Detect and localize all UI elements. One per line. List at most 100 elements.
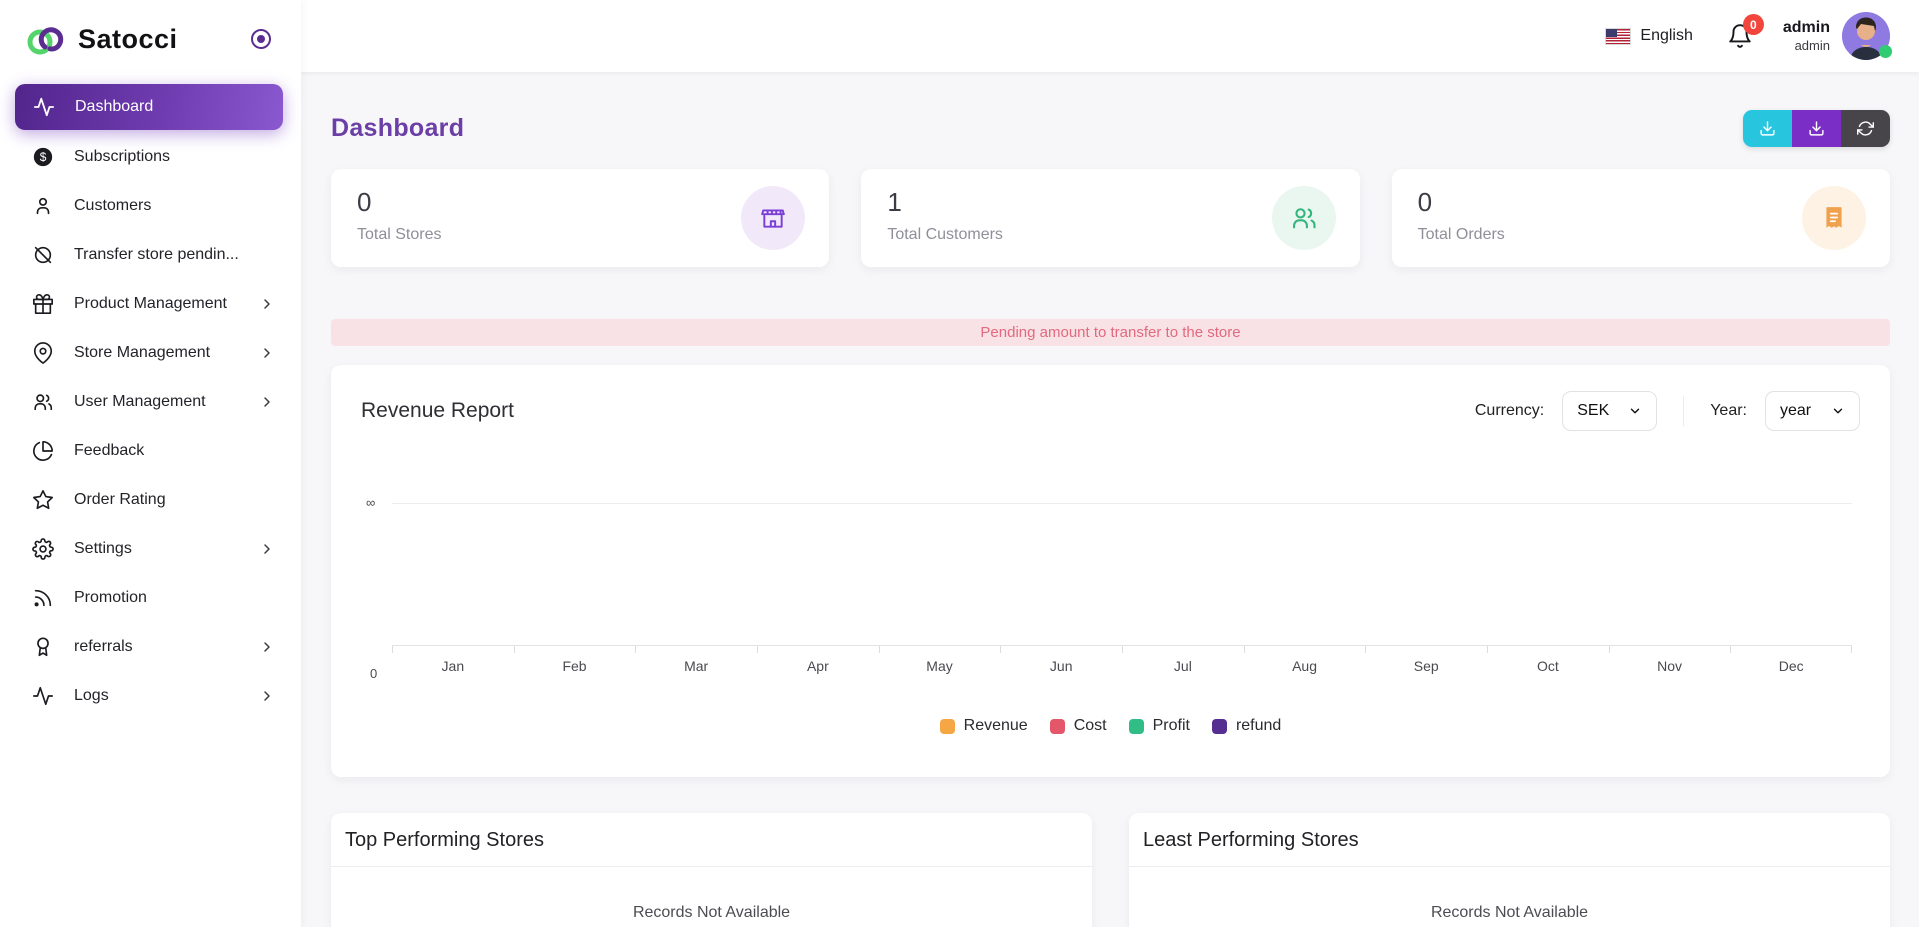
currency-label: Currency: xyxy=(1475,402,1544,420)
sidebar-nav: Dashboard $ Subscriptions Customers Tran… xyxy=(0,78,301,720)
sidebar-item-dashboard[interactable]: Dashboard xyxy=(15,84,283,130)
sidebar-item-user-management[interactable]: User Management xyxy=(0,377,301,426)
chevron-right-icon xyxy=(259,541,275,557)
x-axis-label: May xyxy=(879,646,1001,674)
satocci-logo-icon xyxy=(26,21,66,57)
sidebar-item-transfer-store-pending[interactable]: Transfer store pendin... xyxy=(0,230,301,279)
sidebar-item-store-management[interactable]: Store Management xyxy=(0,328,301,377)
legend-item-cost[interactable]: Cost xyxy=(1050,717,1107,735)
top-header: English 0 admin admin xyxy=(301,0,1919,72)
pending-transfer-banner: Pending amount to transfer to the store xyxy=(331,319,1890,346)
legend-label: Profit xyxy=(1153,717,1190,735)
export-download-button-cyan[interactable] xyxy=(1743,110,1792,147)
stats-row: 0 Total Stores 1 Total Customers 0 Total… xyxy=(331,169,1890,267)
refresh-icon xyxy=(1857,120,1874,137)
legend-item-refund[interactable]: refund xyxy=(1212,717,1281,735)
activity-icon xyxy=(33,96,55,118)
sidebar-item-label: Order Rating xyxy=(74,491,275,509)
sidebar-item-order-rating[interactable]: Order Rating xyxy=(0,475,301,524)
sidebar-item-label: Logs xyxy=(74,687,259,705)
download-icon xyxy=(1808,120,1825,137)
sidebar-item-customers[interactable]: Customers xyxy=(0,181,301,230)
x-axis-label: Jul xyxy=(1122,646,1244,674)
orders-receipt-icon xyxy=(1802,186,1866,250)
person-icon xyxy=(32,195,54,217)
chevron-right-icon xyxy=(259,688,275,704)
y-axis-tick-max: ∞ xyxy=(366,495,375,510)
year-select[interactable]: year xyxy=(1765,391,1860,431)
stat-value: 1 xyxy=(887,187,1333,218)
chevron-down-icon xyxy=(1628,404,1642,418)
pie-chart-icon xyxy=(32,440,54,462)
sidebar-item-logs[interactable]: Logs xyxy=(0,671,301,720)
notifications-button[interactable]: 0 xyxy=(1727,23,1753,49)
revenue-chart-plot: ∞ 0 Jan Feb Mar Apr May Jun Jul Aug Sep … xyxy=(392,503,1852,673)
chevron-right-icon xyxy=(259,345,275,361)
legend-swatch xyxy=(940,719,955,734)
sidebar-logo-row: Satocci xyxy=(0,0,301,78)
chevron-right-icon xyxy=(259,639,275,655)
activity-icon xyxy=(32,685,54,707)
chevron-down-icon xyxy=(1831,404,1845,418)
stat-value: 0 xyxy=(357,187,803,218)
dashboard-toolbar xyxy=(1743,110,1890,147)
stat-value: 0 xyxy=(1418,187,1864,218)
stat-label: Total Stores xyxy=(357,226,803,244)
legend-item-profit[interactable]: Profit xyxy=(1129,717,1190,735)
sidebar-item-label: Feedback xyxy=(74,442,275,460)
award-icon xyxy=(32,636,54,658)
empty-records-message: Records Not Available xyxy=(331,867,1092,927)
gridline xyxy=(392,503,1852,504)
language-selector[interactable]: English xyxy=(1605,27,1692,45)
empty-records-message: Records Not Available xyxy=(1129,867,1890,927)
legend-item-revenue[interactable]: Revenue xyxy=(940,717,1028,735)
notification-badge: 0 xyxy=(1743,14,1764,35)
page-title: Dashboard xyxy=(331,114,464,143)
legend-label: refund xyxy=(1236,717,1281,735)
location-pin-icon xyxy=(32,342,54,364)
users-icon xyxy=(32,391,54,413)
sidebar-item-label: Promotion xyxy=(74,589,275,607)
currency-select[interactable]: SEK xyxy=(1562,391,1657,431)
language-label: English xyxy=(1640,27,1692,45)
export-download-button-purple[interactable] xyxy=(1792,110,1841,147)
legend-swatch xyxy=(1212,719,1227,734)
sidebar-collapse-icon[interactable] xyxy=(249,27,273,51)
svg-text:$: $ xyxy=(40,150,47,164)
year-value: year xyxy=(1780,402,1811,420)
sidebar-item-label: Transfer store pendin... xyxy=(74,246,275,264)
y-axis-tick-zero: 0 xyxy=(370,666,377,681)
user-role: admin xyxy=(1783,38,1830,54)
gift-icon xyxy=(32,293,54,315)
legend-swatch xyxy=(1129,719,1144,734)
x-axis-label: Nov xyxy=(1609,646,1731,674)
download-icon xyxy=(1759,120,1776,137)
sidebar-item-feedback[interactable]: Feedback xyxy=(0,426,301,475)
user-name: admin xyxy=(1783,18,1830,38)
year-label: Year: xyxy=(1710,402,1747,420)
user-avatar[interactable] xyxy=(1842,12,1890,60)
sidebar-item-promotion[interactable]: Promotion xyxy=(0,573,301,622)
panel-title: Top Performing Stores xyxy=(331,813,1092,867)
sidebar-item-label: Subscriptions xyxy=(74,148,275,166)
sidebar-item-label: User Management xyxy=(74,393,259,411)
sidebar-item-referrals[interactable]: referrals xyxy=(0,622,301,671)
broadcast-icon xyxy=(32,587,54,609)
legend-label: Revenue xyxy=(964,717,1028,735)
star-icon xyxy=(32,489,54,511)
sidebar-item-product-management[interactable]: Product Management xyxy=(0,279,301,328)
app-root: Satocci Dashboard $ Subscriptions Custom… xyxy=(0,0,1919,927)
panel-title: Least Performing Stores xyxy=(1129,813,1890,867)
x-axis-label: Jan xyxy=(392,646,514,674)
transfer-off-icon xyxy=(32,244,54,266)
sidebar-item-subscriptions[interactable]: $ Subscriptions xyxy=(0,132,301,181)
x-axis-label: Aug xyxy=(1244,646,1366,674)
sidebar: Satocci Dashboard $ Subscriptions Custom… xyxy=(0,0,301,927)
stat-card-total-stores: 0 Total Stores xyxy=(331,169,829,267)
customers-icon xyxy=(1272,186,1336,250)
sidebar-item-label: Settings xyxy=(74,540,259,558)
refresh-button[interactable] xyxy=(1841,110,1890,147)
sidebar-item-settings[interactable]: Settings xyxy=(0,524,301,573)
x-axis: Jan Feb Mar Apr May Jun Jul Aug Sep Oct … xyxy=(392,645,1852,674)
sidebar-item-label: Product Management xyxy=(74,295,259,313)
